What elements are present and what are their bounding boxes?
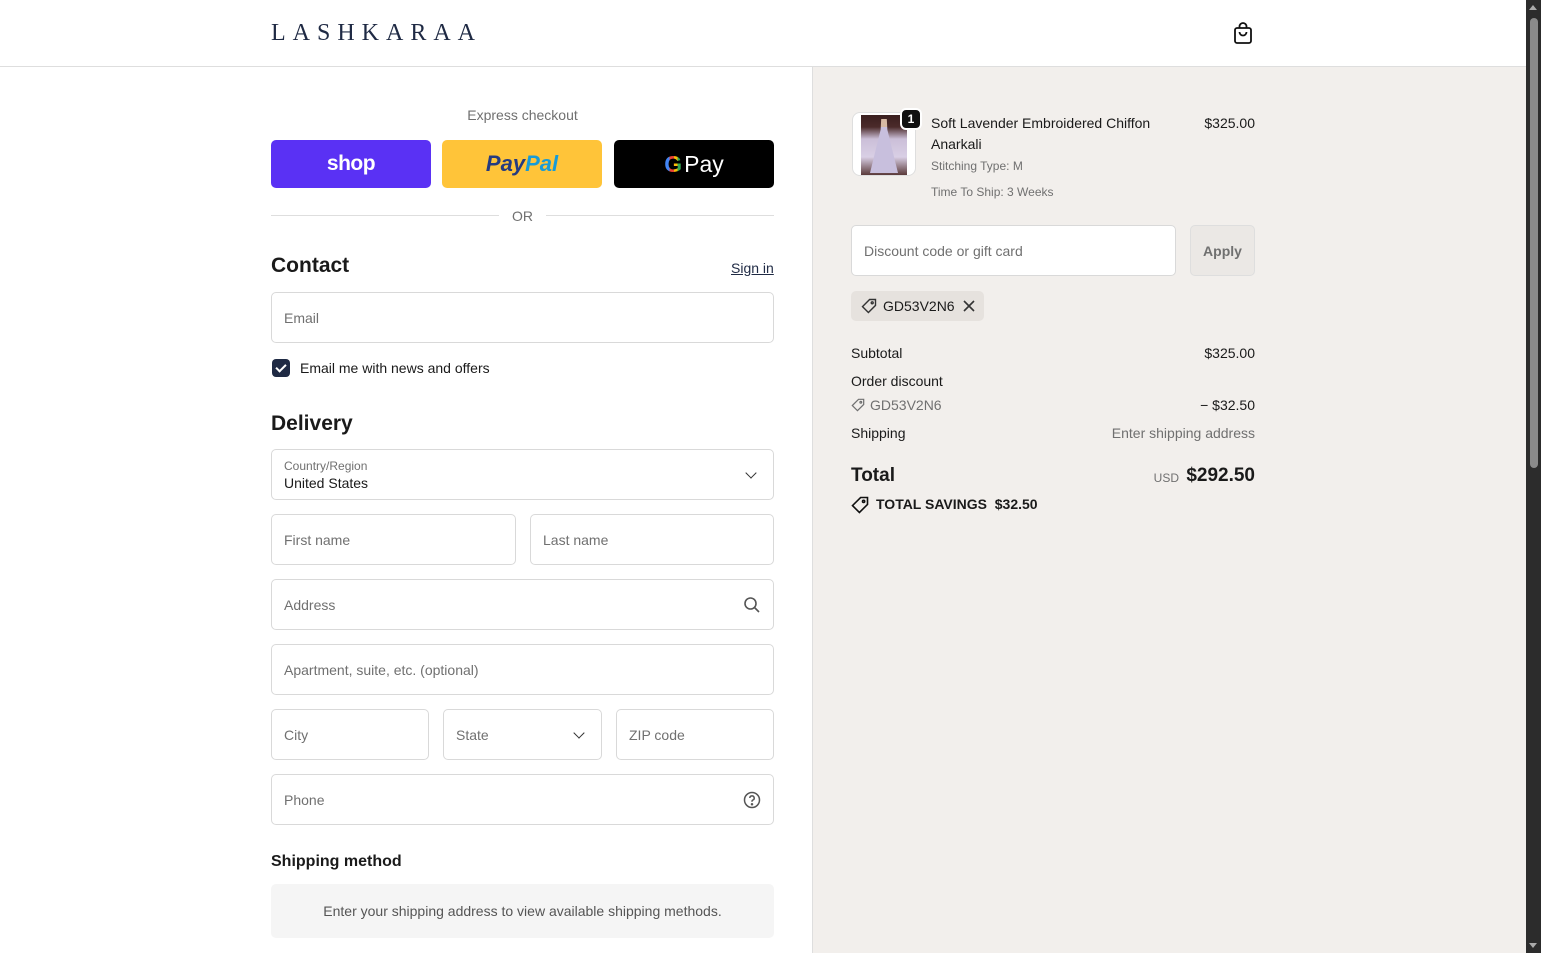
tag-icon bbox=[861, 298, 877, 314]
total-savings: TOTAL SAVINGS $32.50 bbox=[876, 496, 1038, 512]
phone-field[interactable]: Phone bbox=[271, 774, 774, 825]
page-scrollbar[interactable] bbox=[1526, 0, 1541, 953]
product-name: Soft Lavender Embroidered Chiffon Anarka… bbox=[931, 115, 1151, 152]
tag-icon bbox=[851, 398, 865, 412]
zip-code-placeholder: ZIP code bbox=[629, 727, 685, 743]
paypal-label-part2: Pal bbox=[525, 151, 559, 176]
shop-pay-label: shop bbox=[326, 152, 376, 175]
state-placeholder: State bbox=[456, 727, 489, 743]
shipping-method-notice: Enter your shipping address to view avai… bbox=[271, 884, 774, 938]
total-savings-label: TOTAL SAVINGS bbox=[876, 496, 987, 512]
total-currency: USD bbox=[1153, 471, 1179, 485]
product-price: $325.00 bbox=[1204, 115, 1255, 131]
header: LASHKARAA bbox=[0, 0, 1526, 67]
total-label: Total bbox=[851, 465, 895, 486]
newsletter-checkbox[interactable] bbox=[272, 359, 290, 377]
last-name-placeholder: Last name bbox=[543, 532, 609, 548]
paypal-button[interactable]: Pay Pal bbox=[442, 140, 602, 188]
google-pay-button[interactable]: G Pay bbox=[614, 140, 774, 188]
apply-discount-button[interactable]: Apply bbox=[1190, 225, 1255, 276]
discount-code-placeholder: Discount code or gift card bbox=[864, 243, 1023, 259]
order-discount-code: GD53V2N6 bbox=[870, 397, 942, 413]
city-placeholder: City bbox=[284, 727, 309, 743]
or-divider-left bbox=[271, 215, 499, 216]
contact-heading: Contact bbox=[271, 254, 350, 277]
help-circle-icon[interactable] bbox=[743, 791, 761, 809]
order-discount-label: Order discount bbox=[851, 373, 943, 389]
city-field[interactable]: City bbox=[271, 709, 429, 760]
subtotal-label: Subtotal bbox=[851, 345, 903, 361]
shopping-bag-icon[interactable] bbox=[1231, 21, 1255, 45]
sign-in-link[interactable]: Sign in bbox=[731, 260, 774, 276]
product-stitching-type: Stitching Type: M bbox=[931, 159, 1023, 173]
product-ship-time: Time To Ship: 3 Weeks bbox=[931, 185, 1054, 199]
total-value: $292.50 bbox=[1186, 465, 1255, 486]
order-discount-value: − $32.50 bbox=[1200, 397, 1255, 413]
scroll-thumb[interactable] bbox=[1530, 18, 1538, 468]
email-placeholder: Email bbox=[284, 310, 320, 326]
shipping-label: Shipping bbox=[851, 425, 906, 441]
or-divider-label: OR bbox=[512, 208, 533, 224]
subtotal-value: $325.00 bbox=[1204, 345, 1255, 361]
address-placeholder: Address bbox=[284, 597, 336, 613]
address-field[interactable]: Address bbox=[271, 579, 774, 630]
last-name-field[interactable]: Last name bbox=[530, 514, 774, 565]
country-label: Country/Region bbox=[284, 459, 368, 473]
remove-discount-icon[interactable] bbox=[961, 298, 977, 314]
zip-code-field[interactable]: ZIP code bbox=[616, 709, 774, 760]
applied-discount-code: GD53V2N6 bbox=[883, 298, 955, 314]
savings-tag-icon bbox=[851, 496, 869, 514]
phone-placeholder: Phone bbox=[284, 792, 325, 808]
apartment-placeholder: Apartment, suite, etc. (optional) bbox=[284, 662, 479, 678]
or-divider-right bbox=[546, 215, 774, 216]
total-savings-value: $32.50 bbox=[994, 496, 1038, 512]
google-pay-label: Pay bbox=[684, 150, 724, 177]
chevron-down-icon bbox=[745, 467, 757, 479]
delivery-heading: Delivery bbox=[271, 412, 353, 435]
quantity-badge: 1 bbox=[900, 108, 922, 130]
shop-pay-button[interactable]: shop bbox=[271, 140, 431, 188]
chevron-down-icon bbox=[573, 727, 585, 739]
applied-discount-chip: GD53V2N6 bbox=[851, 291, 984, 321]
shipping-value: Enter shipping address bbox=[1111, 425, 1255, 441]
first-name-field[interactable]: First name bbox=[271, 514, 516, 565]
apartment-field[interactable]: Apartment, suite, etc. (optional) bbox=[271, 644, 774, 695]
country-select[interactable]: Country/Region United States bbox=[271, 449, 774, 500]
scroll-down-arrow-icon[interactable] bbox=[1529, 943, 1537, 948]
store-logo[interactable]: LASHKARAA bbox=[271, 20, 482, 47]
email-field[interactable]: Email bbox=[271, 292, 774, 343]
express-checkout-label: Express checkout bbox=[467, 107, 578, 123]
state-select[interactable]: State bbox=[443, 709, 602, 760]
search-icon bbox=[744, 597, 760, 613]
shipping-method-heading: Shipping method bbox=[271, 853, 402, 870]
google-g-icon: G bbox=[664, 150, 683, 177]
first-name-placeholder: First name bbox=[284, 532, 351, 548]
scroll-up-arrow-icon[interactable] bbox=[1529, 5, 1537, 10]
discount-code-input[interactable]: Discount code or gift card bbox=[851, 225, 1176, 276]
paypal-label-part1: Pay bbox=[485, 151, 526, 176]
country-value: United States bbox=[284, 475, 369, 491]
newsletter-label[interactable]: Email me with news and offers bbox=[300, 360, 490, 376]
